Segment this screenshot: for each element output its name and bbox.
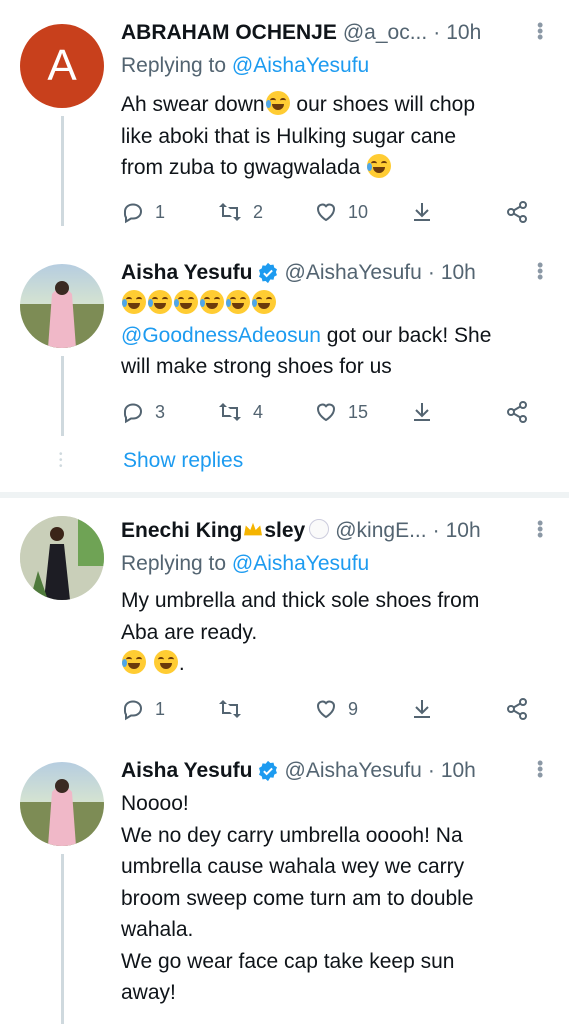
reply-icon [123,700,143,721]
tears-of-joy-emoji-icon [122,650,146,674]
bookmark-button[interactable] [410,200,434,224]
share-button[interactable] [505,200,529,224]
more-icon[interactable]: • • • [537,256,543,286]
rofl-emoji-icon [174,290,198,314]
avatar-image [20,281,104,348]
divider [0,492,569,498]
retweet-button[interactable]: 2 [217,200,263,224]
user-handle[interactable]: @AishaYesufu [285,759,422,783]
crown-emoji-icon [244,522,263,536]
tweet-aisha-reply[interactable]: Aisha Yesufu @AishaYesufu · 10h • • • @Goo… [0,256,569,436]
show-replies-link[interactable]: Show replies [123,449,243,473]
like-icon [316,203,336,222]
display-name[interactable]: Enechi King sley [121,519,330,543]
tweet-aisha-reply-2[interactable]: Aisha Yesufu @AishaYesufu · 10h • • • Nooo… [0,754,569,1024]
bookmark-button[interactable] [410,697,434,721]
mention-link[interactable]: @AishaYesufu [232,54,369,77]
like-icon [316,403,336,422]
more-icon[interactable]: • • • [537,754,543,784]
more-icon[interactable]: • • • [537,514,543,544]
reply-button[interactable]: 1 [121,697,165,721]
tweet-enechi[interactable]: Enechi King sley @kingE... · 10h • • • Repl… [0,514,569,724]
like-button[interactable]: 10 [314,200,368,224]
display-name[interactable]: Aisha Yesufu [121,261,253,285]
share-icon [507,698,527,720]
separator: · [432,519,440,542]
retweet-icon [219,403,241,421]
share-button[interactable] [505,697,529,721]
reply-button[interactable]: 1 [121,200,165,224]
rofl-emoji-icon [122,290,146,314]
separator: · [427,261,435,284]
thread-line [61,854,64,1024]
like-button[interactable]: 15 [314,400,368,424]
tweet-header: ABRAHAM OCHENJE @a_oc... · 10h [121,16,557,50]
thread-line [61,116,64,226]
download-icon [414,700,430,718]
thread-line [61,356,64,436]
user-handle[interactable]: @kingE... [335,519,426,543]
white-circle-emoji-icon [309,519,330,539]
mention-link[interactable]: @GoodnessAdeosun [121,324,321,347]
tweet-header: Aisha Yesufu @AishaYesufu · 10h [121,754,557,788]
tweet-header: Enechi King sley @kingE... · 10h [121,514,557,548]
retweet-button[interactable] [217,697,253,721]
share-icon [507,201,527,223]
laughing-emoji-icon [153,650,178,674]
verified-icon [257,262,279,284]
retweet-button[interactable]: 4 [217,400,263,424]
user-handle[interactable]: @a_oc... [343,21,427,45]
avatar-image [20,516,104,600]
replying-to: Replying to @AishaYesufu [121,552,370,575]
retweet-icon [219,700,241,718]
avatar-image [20,779,104,846]
reply-icon [123,403,143,424]
rofl-emoji-icon [148,290,172,314]
more-icon[interactable]: • • • [537,16,543,46]
share-icon [507,401,527,423]
tweet-abraham[interactable]: A ABRAHAM OCHENJE @a_oc... · 10h • • • Rep… [0,16,569,226]
avatar[interactable]: A [20,24,104,108]
share-button[interactable] [505,400,529,424]
bookmark-button[interactable] [410,400,434,424]
rofl-emoji-icon [252,290,276,314]
retweet-icon [219,203,241,221]
download-icon [414,203,430,221]
display-name[interactable]: Aisha Yesufu [121,759,253,783]
mention-link[interactable]: @AishaYesufu [232,552,369,575]
tweet-text: @GoodnessAdeosun got our back! She will … [121,288,549,383]
separator: · [433,21,441,44]
like-icon [316,700,336,719]
timestamp[interactable]: 10h [441,261,476,285]
rofl-emoji-icon [226,290,250,314]
timestamp[interactable]: 10h [441,759,476,783]
verified-icon [257,760,279,782]
avatar[interactable] [20,516,104,600]
download-icon [414,403,430,421]
tweet-actions: 3 4 15 [121,397,549,427]
timestamp[interactable]: 10h [446,21,481,45]
reply-icon [123,203,143,224]
rofl-emoji-icon [367,154,392,178]
tweet-actions: 1 2 10 [121,197,549,227]
tweet-text: Ah swear down our shoes will chop like a… [121,91,476,179]
thread-dots: • • • [59,449,63,472]
avatar[interactable] [20,762,104,846]
rofl-emoji-icon [200,290,224,314]
separator: · [427,759,435,782]
tweet-text: My umbrella and thick sole shoes from Ab… [121,589,480,675]
rofl-emoji-icon [265,91,290,115]
tweet-actions: 1 9 [121,694,549,724]
tweet-header: Aisha Yesufu @AishaYesufu · 10h [121,256,557,290]
timestamp[interactable]: 10h [446,519,481,543]
avatar[interactable] [20,264,104,348]
display-name[interactable]: ABRAHAM OCHENJE [121,21,337,45]
tweet-text: Noooo! We no dey carry umbrella ooooh! N… [121,792,474,1004]
reply-button[interactable]: 3 [121,400,165,424]
like-button[interactable]: 9 [314,697,358,721]
user-handle[interactable]: @AishaYesufu [285,261,422,285]
replying-to: Replying to @AishaYesufu [121,54,370,77]
